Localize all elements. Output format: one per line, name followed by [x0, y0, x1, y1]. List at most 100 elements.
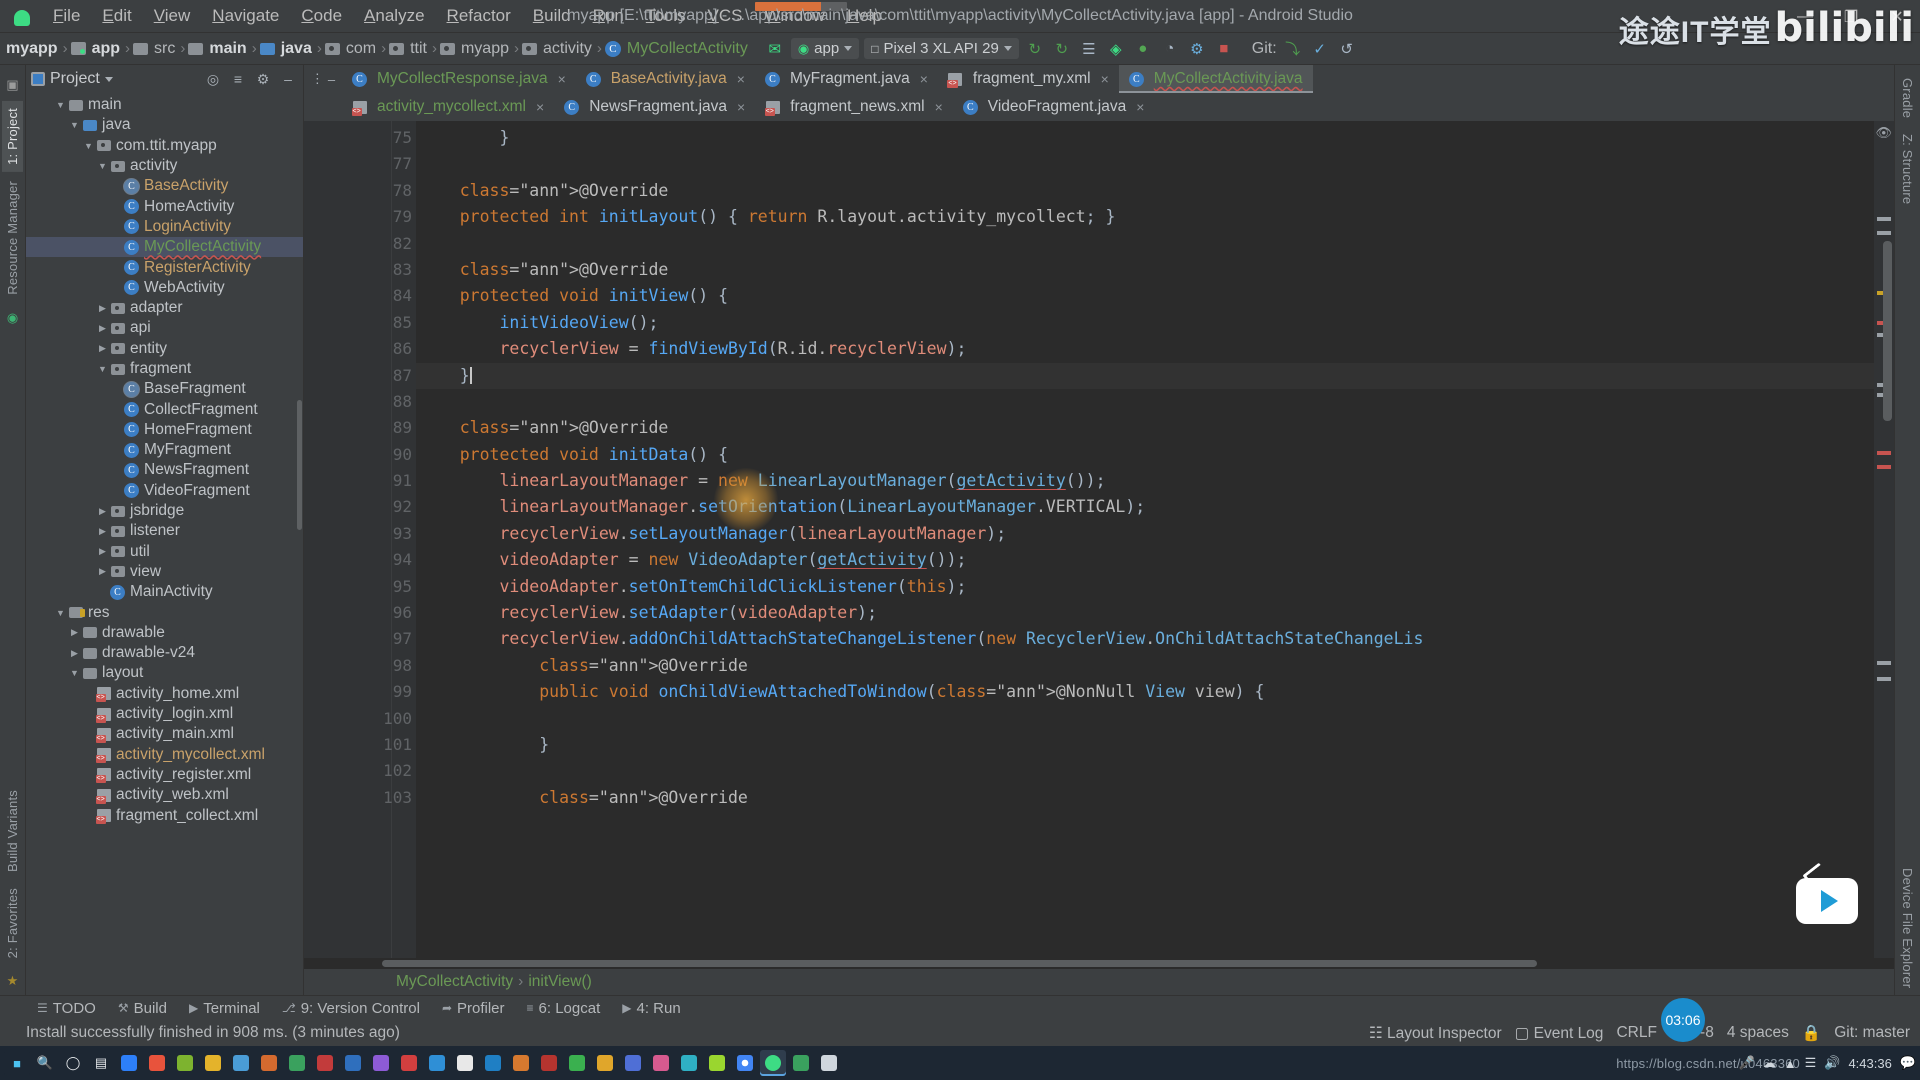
code-line[interactable]: videoAdapter.setOnItemChildClickListener… — [416, 574, 1874, 600]
rail-tab-build-variants[interactable]: Build Variants — [2, 783, 23, 879]
breadcrumb-item-src[interactable]: src — [133, 39, 177, 59]
window-controls[interactable]: — ❐ ✕ — [1782, 0, 1920, 33]
editor-horizontal-scrollbar[interactable] — [304, 958, 1894, 969]
git-update-icon[interactable]: ⤵ — [1282, 38, 1304, 60]
tool-window--version-control[interactable]: ⎇ 9: Version Control — [271, 998, 431, 1019]
code-line[interactable]: class="ann">@Override — [416, 415, 1874, 441]
rail-tab-resource-manager[interactable]: Resource Manager — [2, 174, 23, 302]
taskbar-app-7[interactable] — [284, 1050, 310, 1076]
lock-icon[interactable]: 🔒 — [1802, 1024, 1821, 1043]
tree-twisty[interactable]: ▶ — [96, 526, 109, 537]
code-line[interactable]: } — [416, 125, 1874, 151]
git-branch[interactable]: Git: master — [1834, 1024, 1910, 1042]
device-selector[interactable]: □ Pixel 3 XL API 29 — [864, 38, 1019, 59]
git-history-icon[interactable]: ↺ — [1336, 38, 1358, 60]
code-line[interactable] — [416, 151, 1874, 177]
event-log-button[interactable]: ▢ Event Log — [1515, 1024, 1604, 1043]
tool-window--run[interactable]: ▶ 4: Run — [611, 998, 691, 1019]
build-hammer-icon[interactable]: ✉ — [764, 38, 786, 60]
git-commit-icon[interactable]: ✓ — [1309, 38, 1331, 60]
close-tab-icon[interactable]: × — [1136, 99, 1144, 115]
breadcrumb-item-main[interactable]: main — [188, 39, 248, 59]
project-scrollbar-thumb[interactable] — [297, 399, 302, 530]
breadcrumb-item-myapp[interactable]: myapp — [4, 39, 60, 59]
tray-mic-icon[interactable]: 🎤 — [1739, 1055, 1755, 1071]
tray-notification-icon[interactable]: 💬 — [1900, 1055, 1916, 1071]
tree-item[interactable]: ▼ main — [26, 95, 303, 115]
taskbar-app-6[interactable] — [256, 1050, 282, 1076]
maximize-button[interactable]: ❐ — [1828, 0, 1874, 33]
editor-tab-activity_mycollect-xml[interactable]: activity_mycollect.xml × — [342, 93, 554, 121]
code-line[interactable]: protected void initData() { — [416, 442, 1874, 468]
rail-tab-device-file-explorer[interactable]: Device File Explorer — [1897, 861, 1918, 995]
tree-item[interactable]: ▶ drawable — [26, 623, 303, 643]
code-line[interactable]: initVideoView(); — [416, 310, 1874, 336]
code-line[interactable]: recyclerView.addOnChildAttachStateChange… — [416, 626, 1874, 652]
profile-icon[interactable]: ◔ — [1159, 38, 1181, 60]
tree-twisty[interactable]: ▶ — [96, 506, 109, 517]
menu-file[interactable]: File — [42, 2, 91, 30]
code-line[interactable]: protected int initLayout() { return R.la… — [416, 204, 1874, 230]
editor-tabs-actions[interactable]: ⋮ – — [304, 65, 342, 93]
tray-network-icon[interactable]: ☰ — [1805, 1055, 1817, 1071]
rail-tab-favorites[interactable]: 2: Favorites — [2, 881, 23, 965]
code-line[interactable]: protected void initView() { — [416, 283, 1874, 309]
editor-tab-mycollectactivity-java[interactable]: C MyCollectActivity.java — [1118, 65, 1313, 93]
taskbar-app-1[interactable] — [116, 1050, 142, 1076]
taskbar-android-studio[interactable] — [760, 1050, 786, 1076]
editor-scrollbar-thumb[interactable] — [1883, 241, 1892, 421]
rail-tab-project[interactable]: 1: Project — [2, 101, 23, 172]
tree-item[interactable]: C BaseFragment — [26, 379, 303, 399]
debug-icon[interactable]: ● — [1132, 38, 1154, 60]
taskbar-app-10[interactable] — [368, 1050, 394, 1076]
close-tab-icon[interactable]: × — [737, 99, 745, 115]
code-line[interactable]: linearLayoutManager = new LinearLayoutMa… — [416, 468, 1874, 494]
taskbar-app-16[interactable] — [536, 1050, 562, 1076]
taskbar-app-22[interactable] — [704, 1050, 730, 1076]
tree-item[interactable]: ▶ jsbridge — [26, 501, 303, 521]
breadcrumb-item-com[interactable]: com — [324, 39, 378, 59]
tree-item[interactable]: C LoginActivity — [26, 217, 303, 237]
code-line[interactable] — [416, 389, 1874, 415]
split-editor-icon[interactable]: ⋮ — [311, 71, 324, 87]
tree-item[interactable]: activity_home.xml — [26, 684, 303, 704]
tree-item[interactable]: ▶ drawable-v24 — [26, 643, 303, 663]
breadcrumb-item-myapp[interactable]: myapp — [439, 39, 511, 59]
tree-item[interactable]: C MyFragment — [26, 440, 303, 460]
menu-navigate[interactable]: Navigate — [201, 2, 290, 30]
bottom-tool-window-bar[interactable]: ☰ TODO ⚒ Build ▶ Terminal ⎇ 9: Version Control ➦… — [0, 995, 1920, 1020]
breadcrumb-method[interactable]: initView() — [528, 973, 591, 991]
hide-panel-icon[interactable]: – — [278, 69, 298, 89]
close-tab-icon[interactable]: × — [935, 99, 943, 115]
tree-twisty[interactable]: ▶ — [68, 648, 81, 659]
tree-item[interactable]: activity_login.xml — [26, 704, 303, 724]
code-line[interactable]: linearLayoutManager.setOrientation(Linea… — [416, 494, 1874, 520]
code-line[interactable]: } — [416, 362, 1874, 389]
tree-item[interactable]: activity_main.xml — [26, 724, 303, 744]
tree-item[interactable]: fragment_collect.xml — [26, 805, 303, 825]
avd-manager-icon[interactable]: ☰ — [1078, 38, 1100, 60]
tree-item[interactable]: ▶ util — [26, 542, 303, 562]
tree-twisty[interactable]: ▼ — [96, 364, 109, 374]
taskbar-app-5[interactable] — [228, 1050, 254, 1076]
close-tab-icon[interactable]: × — [737, 71, 745, 87]
editor-tab-mycollectresponse-java[interactable]: C MyCollectResponse.java × — [342, 65, 576, 93]
tree-twisty[interactable]: ▼ — [54, 608, 67, 618]
tool-window-build[interactable]: ⚒ Build — [107, 998, 178, 1019]
tray-volume-icon[interactable]: 🔊 — [1824, 1055, 1840, 1071]
taskbar-app-12[interactable] — [424, 1050, 450, 1076]
tree-twisty[interactable]: ▼ — [82, 141, 95, 151]
taskbar-app-20[interactable] — [648, 1050, 674, 1076]
sdk-manager-icon[interactable]: ◈ — [1105, 38, 1127, 60]
editor-tab-newsfragment-java[interactable]: C NewsFragment.java × — [554, 93, 755, 121]
code-line[interactable]: videoAdapter = new VideoAdapter(getActiv… — [416, 547, 1874, 573]
editor-tab-myfragment-java[interactable]: C MyFragment.java × — [755, 65, 938, 93]
tree-twisty[interactable]: ▶ — [96, 323, 109, 334]
cortana-icon[interactable]: ◯ — [60, 1050, 86, 1076]
code-content[interactable]: } class="ann">@Override protected int in… — [416, 121, 1874, 958]
close-tab-icon[interactable]: × — [536, 99, 544, 115]
tree-twisty[interactable]: ▼ — [54, 100, 67, 110]
close-tab-icon[interactable]: × — [1101, 71, 1109, 87]
task-view-icon[interactable]: ▤ — [88, 1050, 114, 1076]
layout-inspector-button[interactable]: ☷ Layout Inspector — [1369, 1024, 1502, 1043]
